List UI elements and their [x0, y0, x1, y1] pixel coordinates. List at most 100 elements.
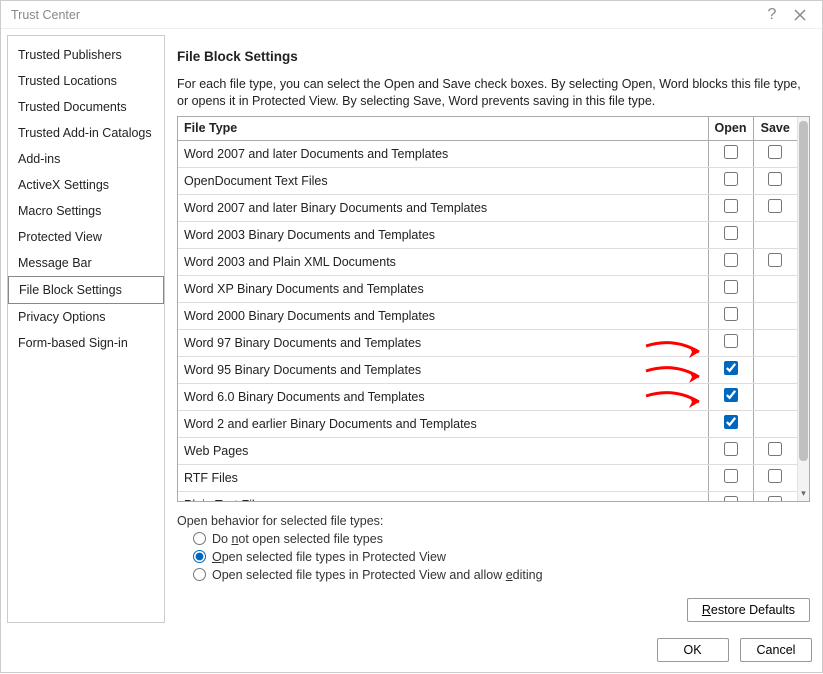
help-button[interactable]: ?	[758, 1, 786, 29]
table-header-row: File Type Open Save	[178, 117, 797, 141]
sidebar-item-addins[interactable]: Add-ins	[8, 146, 164, 172]
open-checkbox[interactable]	[724, 145, 738, 159]
file-type-table: File Type Open Save Word 2007 and later …	[177, 116, 810, 502]
file-type-label: Word 2000 Binary Documents and Templates	[178, 302, 708, 329]
ok-button[interactable]: OK	[657, 638, 729, 662]
save-cell	[753, 437, 797, 464]
table-row[interactable]: RTF Files	[178, 464, 797, 491]
close-button[interactable]	[786, 1, 814, 29]
file-type-label: Word 2007 and later Documents and Templa…	[178, 140, 708, 167]
cancel-button[interactable]: Cancel	[740, 638, 812, 662]
page-description: For each file type, you can select the O…	[177, 76, 810, 110]
table-row[interactable]: Word 95 Binary Documents and Templates	[178, 356, 797, 383]
table-row[interactable]: Word 2007 and later Documents and Templa…	[178, 140, 797, 167]
sidebar-item-trusted-documents[interactable]: Trusted Documents	[8, 94, 164, 120]
open-checkbox[interactable]	[724, 226, 738, 240]
save-cell	[753, 410, 797, 437]
sidebar: Trusted PublishersTrusted LocationsTrust…	[7, 35, 165, 623]
save-cell	[753, 356, 797, 383]
save-checkbox[interactable]	[768, 442, 782, 456]
save-checkbox[interactable]	[768, 253, 782, 267]
header-save[interactable]: Save	[753, 117, 797, 141]
open-checkbox[interactable]	[724, 253, 738, 267]
save-cell	[753, 491, 797, 501]
open-cell	[708, 302, 753, 329]
header-file-type[interactable]: File Type	[178, 117, 708, 141]
main-panel: File Block Settings For each file type, …	[177, 35, 816, 623]
table-row[interactable]: Web Pages	[178, 437, 797, 464]
open-cell	[708, 329, 753, 356]
open-behavior-option[interactable]: Open selected file types in Protected Vi…	[193, 568, 810, 582]
save-cell	[753, 464, 797, 491]
open-cell	[708, 383, 753, 410]
open-behavior-option-label: Do not open selected file types	[212, 532, 383, 546]
open-behavior-option-label: Open selected file types in Protected Vi…	[212, 568, 543, 582]
table-row[interactable]: Word 2003 and Plain XML Documents	[178, 248, 797, 275]
open-behavior-radio[interactable]	[193, 568, 206, 581]
header-open[interactable]: Open	[708, 117, 753, 141]
open-cell	[708, 248, 753, 275]
open-checkbox[interactable]	[724, 496, 738, 501]
table-scrollbar[interactable]: ▾	[797, 117, 809, 501]
open-behavior-option[interactable]: Do not open selected file types	[193, 532, 810, 546]
file-type-label: Word XP Binary Documents and Templates	[178, 275, 708, 302]
open-checkbox[interactable]	[724, 307, 738, 321]
table-row[interactable]: Word 6.0 Binary Documents and Templates	[178, 383, 797, 410]
open-cell	[708, 167, 753, 194]
open-behavior-radio[interactable]	[193, 532, 206, 545]
sidebar-item-macro-settings[interactable]: Macro Settings	[8, 198, 164, 224]
open-checkbox[interactable]	[724, 388, 738, 402]
save-cell	[753, 302, 797, 329]
open-cell	[708, 410, 753, 437]
open-checkbox[interactable]	[724, 199, 738, 213]
save-checkbox[interactable]	[768, 145, 782, 159]
scrollbar-thumb[interactable]	[799, 121, 808, 461]
open-checkbox[interactable]	[724, 415, 738, 429]
open-cell	[708, 140, 753, 167]
open-cell	[708, 194, 753, 221]
sidebar-item-trusted-addin-catalogs[interactable]: Trusted Add-in Catalogs	[8, 120, 164, 146]
save-checkbox[interactable]	[768, 199, 782, 213]
table-row[interactable]: Plain Text Files	[178, 491, 797, 501]
open-checkbox[interactable]	[724, 361, 738, 375]
save-cell	[753, 248, 797, 275]
sidebar-item-activex-settings[interactable]: ActiveX Settings	[8, 172, 164, 198]
file-type-label: Plain Text Files	[178, 491, 708, 501]
open-checkbox[interactable]	[724, 442, 738, 456]
open-behavior-option[interactable]: Open selected file types in Protected Vi…	[193, 550, 810, 564]
save-cell	[753, 329, 797, 356]
save-checkbox[interactable]	[768, 469, 782, 483]
close-icon	[794, 9, 806, 21]
table-row[interactable]: Word 2007 and later Binary Documents and…	[178, 194, 797, 221]
table-row[interactable]: Word XP Binary Documents and Templates	[178, 275, 797, 302]
sidebar-item-trusted-locations[interactable]: Trusted Locations	[8, 68, 164, 94]
save-cell	[753, 140, 797, 167]
table-row[interactable]: Word 97 Binary Documents and Templates	[178, 329, 797, 356]
table-row[interactable]: OpenDocument Text Files	[178, 167, 797, 194]
open-behavior-group: Open behavior for selected file types: D…	[177, 514, 810, 582]
open-checkbox[interactable]	[724, 280, 738, 294]
scroll-down-icon[interactable]: ▾	[798, 489, 809, 499]
file-type-label: RTF Files	[178, 464, 708, 491]
table-row[interactable]: Word 2 and earlier Binary Documents and …	[178, 410, 797, 437]
sidebar-item-protected-view[interactable]: Protected View	[8, 224, 164, 250]
open-behavior-radio[interactable]	[193, 550, 206, 563]
sidebar-item-privacy-options[interactable]: Privacy Options	[8, 304, 164, 330]
open-checkbox[interactable]	[724, 334, 738, 348]
open-checkbox[interactable]	[724, 469, 738, 483]
open-behavior-label: Open behavior for selected file types:	[177, 514, 810, 528]
table-row[interactable]: Word 2003 Binary Documents and Templates	[178, 221, 797, 248]
sidebar-item-trusted-publishers[interactable]: Trusted Publishers	[8, 42, 164, 68]
restore-defaults-button[interactable]: Restore Defaults	[687, 598, 810, 622]
file-type-label: OpenDocument Text Files	[178, 167, 708, 194]
save-checkbox[interactable]	[768, 496, 782, 501]
sidebar-item-file-block-settings[interactable]: File Block Settings	[8, 276, 164, 304]
sidebar-item-message-bar[interactable]: Message Bar	[8, 250, 164, 276]
sidebar-item-form-based-signin[interactable]: Form-based Sign-in	[8, 330, 164, 356]
window-title: Trust Center	[11, 8, 758, 22]
open-checkbox[interactable]	[724, 172, 738, 186]
open-cell	[708, 221, 753, 248]
open-cell	[708, 275, 753, 302]
save-checkbox[interactable]	[768, 172, 782, 186]
table-row[interactable]: Word 2000 Binary Documents and Templates	[178, 302, 797, 329]
